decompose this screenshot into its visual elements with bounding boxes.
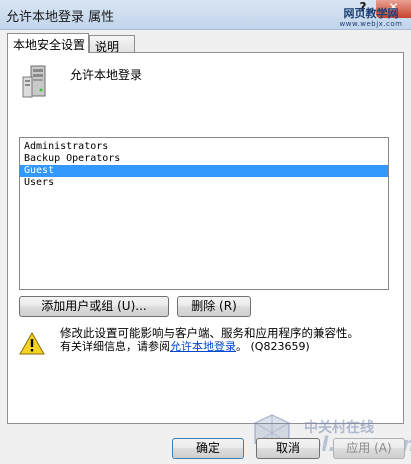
cancel-button[interactable]: 取消 [256, 438, 320, 459]
list-item[interactable]: Administrators [20, 141, 388, 153]
list-item[interactable]: Users [20, 177, 388, 189]
watermark-webjx-title: 网页教学网 [343, 7, 399, 20]
remove-button[interactable]: 删除 (R) [177, 296, 251, 317]
list-item-selected[interactable]: Guest [20, 165, 388, 177]
policy-name: 允许本地登录 [70, 68, 143, 82]
tab-panel: 允许本地登录 Administrators Backup Operators G… [7, 52, 404, 424]
window-title: 允许本地登录 属性 [6, 10, 115, 25]
ok-button[interactable]: 确定 [172, 438, 244, 459]
title-bar: 允许本地登录 属性 ? ✕ 网页教学网 www.webjx.com [0, 0, 411, 30]
members-listbox[interactable]: Administrators Backup Operators Guest Us… [19, 137, 389, 290]
policy-help-link[interactable]: 允许本地登录 [170, 340, 236, 353]
tab-local-security-setting[interactable]: 本地安全设置 [7, 33, 89, 53]
warning-detail-prefix: 有关详细信息，请参阅 [60, 340, 170, 353]
warning-detail: 有关详细信息，请参阅允许本地登录。 (Q823659) [60, 338, 310, 354]
watermark-webjx: 网页教学网 www.webjx.com [332, 7, 410, 29]
watermark-webjx-url: www.webjx.com [339, 20, 403, 28]
server-icon [22, 65, 46, 98]
add-user-or-group-button[interactable]: 添加用户或组 (U)... [19, 296, 169, 317]
warning-icon [19, 332, 45, 355]
apply-button[interactable]: 应用 (A) [333, 438, 405, 459]
warning-detail-suffix: 。 (Q823659) [236, 340, 310, 353]
tab-explain[interactable]: 说明 [89, 35, 135, 54]
list-item[interactable]: Backup Operators [20, 153, 388, 165]
